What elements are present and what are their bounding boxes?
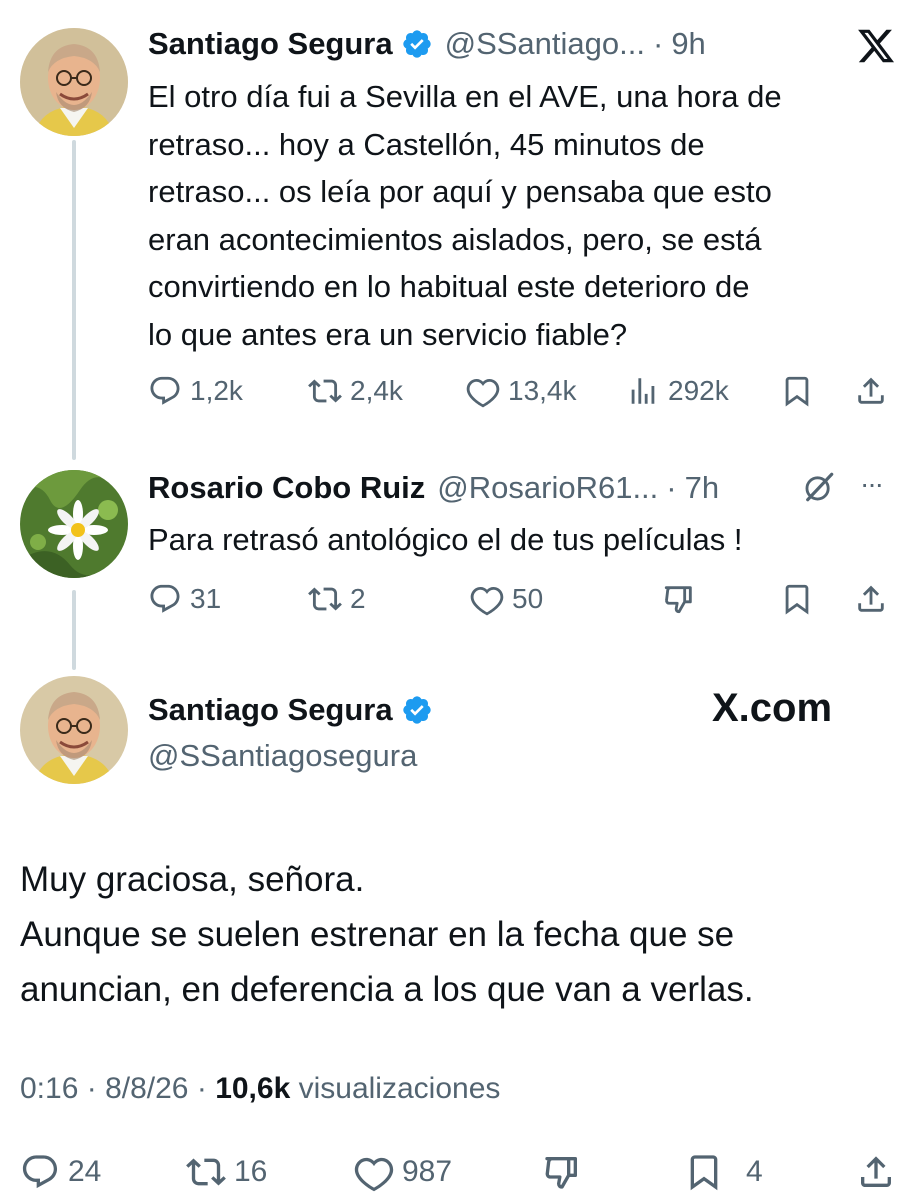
more-icon[interactable]: ··· — [860, 468, 884, 500]
views-count: 292k — [668, 375, 729, 406]
tweet3-text: Muy graciosa, señora. Aunque se suelen e… — [20, 852, 900, 1017]
repost-icon — [308, 587, 342, 611]
xcom-watermark-text: X.com — [712, 686, 833, 730]
separator-dot: · — [652, 26, 664, 61]
like-count: 987 — [402, 1155, 453, 1188]
like-count: 50 — [512, 583, 544, 614]
reply-count: 31 — [190, 583, 222, 614]
reply-count: 1,2k — [190, 375, 243, 406]
text-line: retraso... hoy a Castellón, 45 minutos d… — [148, 126, 705, 162]
share-icon — [858, 377, 884, 404]
author-name[interactable]: Rosario Cobo Ruiz — [148, 470, 425, 506]
repost-icon — [308, 379, 342, 403]
text-line: convirtiendo en lo habitual este deterio… — [148, 269, 750, 304]
xcom-watermark: X.com — [712, 686, 832, 731]
dislike-button[interactable] — [662, 582, 704, 616]
repost-count: 16 — [234, 1155, 268, 1188]
bookmark-button[interactable]: 4 — [684, 1152, 763, 1192]
bookmark-count: 4 — [746, 1155, 763, 1188]
text-line: Aunque se suelen estrenar en la fecha qu… — [20, 915, 735, 954]
text-line: Muy graciosa, señora. — [20, 860, 365, 899]
tweet-time[interactable]: 9h — [671, 26, 705, 62]
verified-badge-icon — [402, 696, 431, 724]
reply-icon — [150, 584, 180, 613]
tweet2-actions: 31 2 50 — [148, 582, 908, 616]
reply-button[interactable]: 1,2k — [148, 374, 243, 408]
like-icon — [470, 586, 504, 616]
reply-count: 24 — [68, 1155, 102, 1188]
reply-button[interactable]: 31 — [148, 582, 221, 616]
avatar-santiago[interactable] — [20, 28, 128, 136]
dislike-icon — [664, 586, 692, 614]
repost-icon — [186, 1158, 226, 1186]
tweet1-text: El otro día fui a Sevilla en el AVE, una… — [148, 73, 908, 358]
share-button[interactable] — [854, 582, 896, 616]
bookmark-icon — [785, 376, 809, 407]
dislike-button[interactable] — [542, 1152, 590, 1192]
author-name[interactable]: Santiago Segura — [148, 26, 393, 62]
reply-icon — [22, 1155, 58, 1189]
tweet-time[interactable]: 7h — [685, 470, 719, 506]
meta-views-label: visualizaciones — [298, 1072, 501, 1105]
repost-count: 2 — [350, 583, 366, 614]
tweet3-meta: 0:16 · 8/8/26 · 10,6k visualizaciones — [20, 1072, 500, 1106]
bookmark-icon — [690, 1155, 718, 1191]
like-icon — [466, 378, 500, 408]
author-handle[interactable]: @SSantiagosegura — [148, 738, 417, 774]
thread-line — [72, 590, 76, 670]
separator-dot: · — [666, 470, 677, 505]
text-line: lo que antes era un servicio fiable? — [148, 316, 628, 352]
thread-line — [72, 140, 76, 460]
share-button[interactable] — [856, 1152, 904, 1192]
like-button[interactable]: 987 — [354, 1152, 452, 1192]
repost-button[interactable]: 2 — [308, 582, 366, 616]
avatar-rosario[interactable] — [20, 470, 128, 578]
meta-views: 10,6k — [215, 1072, 291, 1105]
author-name[interactable]: Santiago Segura — [148, 692, 393, 728]
text-line: anuncian, en deferencia a los que van a … — [20, 970, 754, 1009]
meta-time[interactable]: 0:16 — [20, 1072, 78, 1105]
tweet3-header: Santiago Segura — [148, 690, 433, 730]
author-handle[interactable]: @SSantiago... — [445, 26, 645, 62]
like-button[interactable]: 50 — [470, 582, 543, 616]
repost-button[interactable]: 16 — [186, 1152, 267, 1192]
reply-icon — [150, 376, 180, 405]
share-button[interactable] — [854, 374, 896, 408]
share-icon — [858, 585, 884, 612]
verified-badge-icon — [402, 30, 431, 58]
share-icon — [861, 1156, 891, 1187]
tweet3-actions: 24 16 987 4 — [20, 1152, 900, 1192]
repost-count: 2,4k — [350, 375, 403, 406]
text-line: eran acontecimientos aislados, pero, se … — [148, 221, 762, 257]
text-line: retraso... os leía por aquí y pensaba qu… — [148, 174, 772, 209]
text-line: El otro día fui a Sevilla en el AVE, una… — [148, 79, 782, 114]
tweet1-header: Santiago Segura @SSantiago... · 9h — [148, 24, 706, 64]
bookmark-button[interactable] — [780, 374, 822, 408]
dislike-icon — [545, 1157, 577, 1189]
tweet2-text: Para retrasó antológico el de tus pelícu… — [148, 516, 908, 564]
views-button[interactable]: 292k — [626, 374, 729, 408]
meta-date[interactable]: 8/8/26 — [105, 1072, 188, 1105]
text-line: Para retrasó antológico el de tus pelícu… — [148, 522, 743, 557]
like-icon — [354, 1157, 394, 1192]
like-button[interactable]: 13,4k — [466, 374, 577, 408]
reply-button[interactable]: 24 — [20, 1152, 101, 1192]
like-count: 13,4k — [508, 375, 577, 406]
views-icon — [631, 378, 655, 404]
tweet2-header: Rosario Cobo Ruiz @RosarioR61... · 7h — [148, 468, 719, 508]
x-logo-icon — [858, 29, 895, 63]
bookmark-icon — [785, 584, 809, 615]
grok-icon[interactable] — [802, 470, 836, 504]
separator-dot: · — [86, 1072, 97, 1105]
separator-dot: · — [196, 1072, 207, 1105]
avatar-santiago[interactable] — [20, 676, 128, 784]
tweet1-actions: 1,2k 2,4k 13,4k 292k — [148, 374, 908, 408]
author-handle[interactable]: @RosarioR61... — [437, 470, 658, 506]
bookmark-button[interactable] — [780, 582, 822, 616]
repost-button[interactable]: 2,4k — [308, 374, 403, 408]
